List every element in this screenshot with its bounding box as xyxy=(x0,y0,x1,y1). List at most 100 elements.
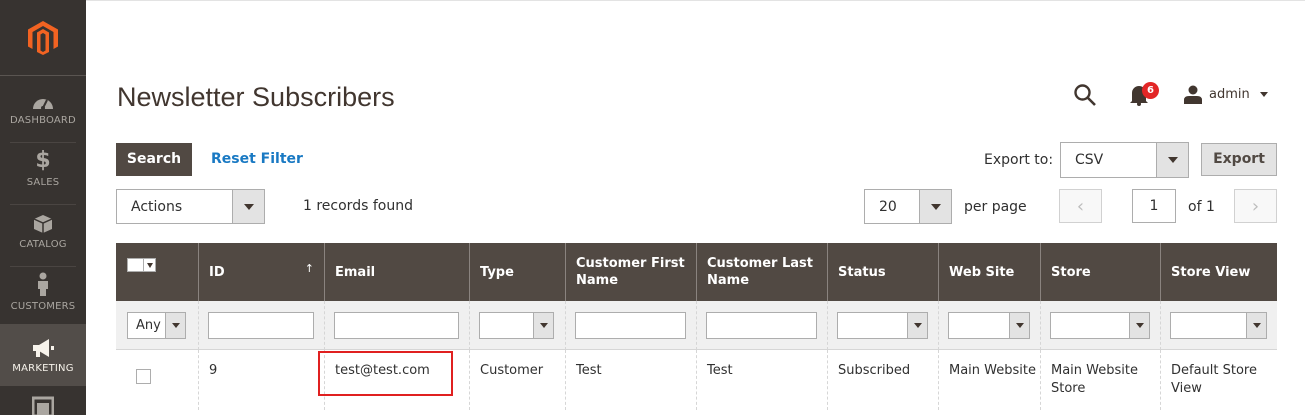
grid-filter-row: Any xyxy=(116,301,1277,350)
sidebar-item-label: CATALOG xyxy=(19,239,67,250)
sidebar-divider xyxy=(10,204,76,205)
chevron-down-icon xyxy=(1129,313,1149,338)
dashboard-icon xyxy=(0,88,86,110)
column-header-store-view[interactable]: Store View xyxy=(1160,243,1277,301)
cell-type: Customer xyxy=(469,350,565,410)
row-select-cell xyxy=(116,350,198,410)
user-menu[interactable]: admin xyxy=(1183,84,1268,104)
sidebar-item-catalog[interactable]: CATALOG xyxy=(0,212,86,274)
chevron-right-icon: › xyxy=(1251,195,1260,217)
store-filter-select[interactable] xyxy=(1050,312,1150,339)
cell-first-name: Test xyxy=(565,350,696,410)
export-format-value: CSV xyxy=(1075,152,1104,168)
search-button[interactable]: Search xyxy=(116,143,192,176)
cell-store-view: Default Store View xyxy=(1160,350,1277,410)
reset-filter-link[interactable]: Reset Filter xyxy=(211,151,303,167)
row-checkbox[interactable] xyxy=(136,369,151,384)
filter-cell xyxy=(827,301,938,350)
table-row[interactable]: 9 test@test.com Customer Test Test Subsc… xyxy=(116,350,1277,410)
actions-value: Actions xyxy=(131,198,183,215)
column-header-type[interactable]: Type xyxy=(469,243,565,301)
actions-select[interactable]: Actions xyxy=(116,189,265,224)
user-name: admin xyxy=(1209,86,1250,102)
magento-logo-icon xyxy=(28,20,58,55)
sidebar-divider xyxy=(10,142,76,143)
chevron-down-icon xyxy=(1259,91,1268,97)
next-page-button[interactable]: › xyxy=(1234,189,1277,223)
sort-ascending-icon: ↑ xyxy=(304,262,314,275)
cell-status: Subscribed xyxy=(827,350,938,410)
sidebar-item-label: CUSTOMERS xyxy=(10,301,76,312)
export-to-label: Export to: xyxy=(984,152,1054,168)
sidebar-item-marketing[interactable]: MARKETING xyxy=(0,324,86,386)
page-title: Newsletter Subscribers xyxy=(117,82,395,112)
box-icon xyxy=(0,212,86,234)
megaphone-icon xyxy=(0,336,86,358)
export-format-select[interactable]: CSV xyxy=(1060,142,1189,178)
chevron-down-icon xyxy=(533,313,553,338)
filter-cell xyxy=(696,301,827,350)
records-found-text: 1 records found xyxy=(303,198,413,214)
filter-cell: Any xyxy=(116,301,198,350)
chevron-down-icon xyxy=(165,313,185,338)
admin-sidebar: DASHBOARD $ SALES CATALOG CUSTOMERS MARK… xyxy=(0,0,86,415)
chevron-left-icon: ‹ xyxy=(1076,195,1085,217)
person-icon xyxy=(0,272,86,296)
sidebar-item-label: SALES xyxy=(26,177,60,188)
last-name-filter-input[interactable] xyxy=(706,312,817,339)
cell-id: 9 xyxy=(198,350,324,410)
mass-select-filter[interactable]: Any xyxy=(127,312,186,339)
per-page-select[interactable]: 20 xyxy=(864,189,952,224)
chevron-down-icon xyxy=(1156,143,1188,177)
id-filter-input[interactable] xyxy=(208,312,314,339)
sidebar-item-label: MARKETING xyxy=(12,363,74,374)
first-name-filter-input[interactable] xyxy=(575,312,686,339)
status-filter-select[interactable] xyxy=(837,312,928,339)
previous-page-button[interactable]: ‹ xyxy=(1059,189,1102,223)
type-filter-select[interactable] xyxy=(479,312,554,339)
mass-select-checkbox[interactable] xyxy=(127,258,157,273)
sidebar-item-dashboard[interactable]: DASHBOARD xyxy=(0,88,86,150)
user-icon xyxy=(1184,85,1202,104)
sidebar-item-content[interactable] xyxy=(0,394,86,415)
column-header-website[interactable]: Web Site xyxy=(938,243,1040,301)
column-header-id[interactable]: ID ↑ xyxy=(198,243,324,301)
sidebar-item-sales[interactable]: $ SALES xyxy=(0,150,86,212)
website-filter-select[interactable] xyxy=(948,312,1030,339)
filter-cell xyxy=(1160,301,1277,350)
filter-cell xyxy=(198,301,324,350)
sidebar-divider xyxy=(10,266,76,267)
dollar-icon: $ xyxy=(35,148,51,173)
column-header-store[interactable]: Store xyxy=(1040,243,1160,301)
email-highlight-box xyxy=(318,351,453,396)
cell-last-name: Test xyxy=(696,350,827,410)
search-icon xyxy=(1074,84,1096,106)
chevron-down-icon xyxy=(907,313,927,338)
chevron-down-icon xyxy=(232,190,264,223)
cell-website: Main Website xyxy=(938,350,1040,410)
top-border xyxy=(86,0,1305,1)
column-header-status[interactable]: Status xyxy=(827,243,938,301)
cell-store: Main Website Store xyxy=(1040,350,1160,410)
chevron-down-icon xyxy=(1009,313,1029,338)
export-button[interactable]: Export xyxy=(1201,143,1277,176)
layout-icon xyxy=(0,394,86,415)
per-page-value: 20 xyxy=(879,198,897,215)
grid-header-row: ID ↑ Email Type Customer First Name Cust… xyxy=(116,243,1277,301)
magento-logo[interactable] xyxy=(0,0,86,76)
email-filter-input[interactable] xyxy=(334,312,459,339)
per-page-label: per page xyxy=(964,199,1027,215)
chevron-down-icon xyxy=(1246,313,1266,338)
total-pages-text: of 1 xyxy=(1188,199,1215,215)
column-header-first-name[interactable]: Customer First Name xyxy=(565,243,696,301)
filter-cell xyxy=(565,301,696,350)
filter-cell xyxy=(324,301,469,350)
column-header-last-name[interactable]: Customer Last Name xyxy=(696,243,827,301)
global-search-button[interactable] xyxy=(1073,83,1097,107)
column-header-email[interactable]: Email xyxy=(324,243,469,301)
mass-select-header xyxy=(116,243,198,301)
filter-cell xyxy=(469,301,565,350)
filter-cell xyxy=(938,301,1040,350)
current-page-input[interactable]: 1 xyxy=(1132,189,1176,223)
store-view-filter-select[interactable] xyxy=(1170,312,1267,339)
